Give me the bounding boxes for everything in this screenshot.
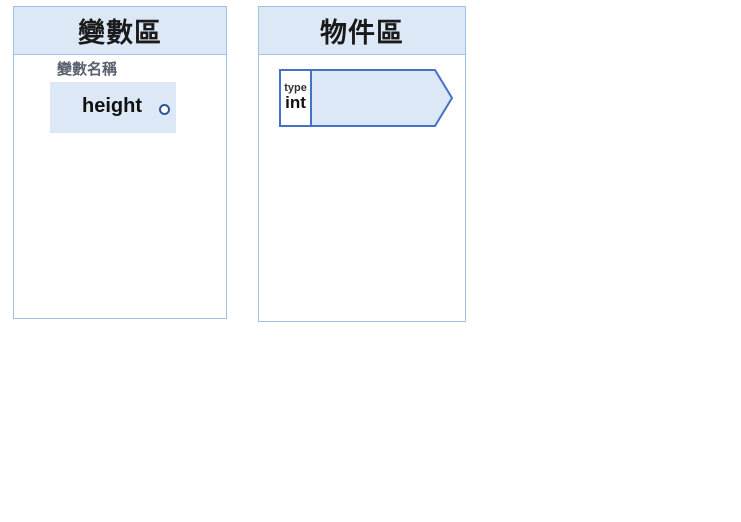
variable-area-title: 變數區 bbox=[14, 7, 226, 55]
type-value: int bbox=[285, 93, 306, 112]
object-type-box: type int bbox=[280, 69, 311, 125]
variable-name-text: height bbox=[82, 95, 142, 117]
reference-connector-icon[interactable] bbox=[159, 104, 170, 115]
variable-area-panel: 變數區 變數名稱 height bbox=[13, 6, 227, 319]
object-area-panel: 物件區 type int bbox=[258, 6, 466, 322]
object-area-title: 物件區 bbox=[259, 7, 465, 55]
variable-box[interactable]: height bbox=[50, 82, 176, 133]
variable-name-label: 變數名稱 bbox=[57, 60, 118, 78]
int-object[interactable]: type int bbox=[279, 68, 455, 128]
